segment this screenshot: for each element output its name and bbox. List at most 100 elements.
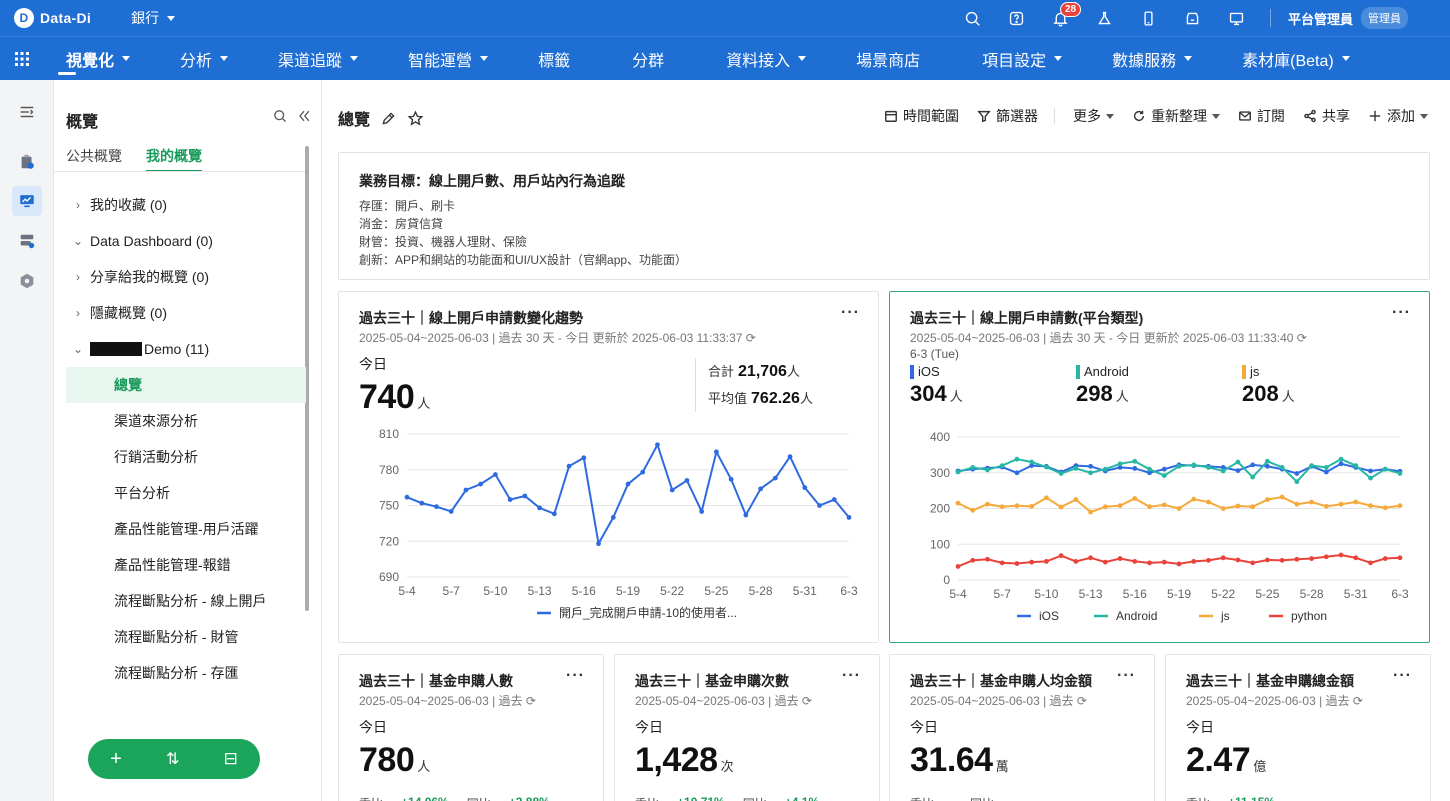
more-options-icon[interactable]: ··· bbox=[566, 667, 585, 685]
add-overview-button[interactable]: + bbox=[110, 748, 122, 771]
sidebar-item[interactable]: 平台分析 bbox=[66, 475, 306, 511]
pencil-icon[interactable] bbox=[380, 110, 397, 127]
filter-icon bbox=[977, 110, 991, 123]
group-count: (0) bbox=[191, 269, 210, 285]
refresh-icon[interactable]: ⟳ bbox=[802, 694, 812, 708]
refresh-icon[interactable]: ⟳ bbox=[1353, 694, 1363, 708]
search-icon[interactable] bbox=[950, 0, 994, 36]
share-button[interactable]: 共享 bbox=[1303, 106, 1350, 126]
time-range-button[interactable]: 時間範圍 bbox=[884, 106, 959, 126]
sidebar-item[interactable]: 產品性能管理-用戶活躍 bbox=[66, 511, 306, 547]
store-icon[interactable] bbox=[1170, 0, 1214, 36]
comparison-row: 季比... 同比... bbox=[910, 795, 1012, 801]
more-options-icon[interactable]: ··· bbox=[842, 667, 861, 685]
user-menu[interactable]: 平台管理員 管理員 bbox=[1288, 0, 1409, 36]
sidebar-item[interactable]: 行銷活動分析 bbox=[66, 439, 306, 475]
collapse-icon[interactable] bbox=[296, 108, 312, 124]
rail-data[interactable] bbox=[0, 221, 54, 261]
tab-public-overview[interactable]: 公共概覽 bbox=[66, 146, 122, 172]
metric-card[interactable]: 過去三十｜基金申購次數 ··· 2025-05-04~2025-06-03 | 過去… bbox=[614, 654, 880, 801]
tree-group-demo[interactable]: ⌄ Demo (11) bbox=[66, 331, 306, 367]
tree-group-favorites[interactable]: › 我的收藏 (0) bbox=[66, 187, 306, 223]
add-widget-button[interactable]: 添加 bbox=[1368, 106, 1428, 126]
series-color-swatch bbox=[910, 364, 914, 379]
x-tick-label: 5-7 bbox=[994, 587, 1012, 601]
sidebar-item[interactable]: 渠道來源分析 bbox=[66, 403, 306, 439]
y-tick-label: 100 bbox=[930, 537, 950, 551]
sidebar-item[interactable]: 流程斷點分析 - 存匯 bbox=[66, 655, 306, 691]
nav-item-8[interactable]: 項目設定 bbox=[952, 37, 1082, 81]
mobile-icon[interactable] bbox=[1126, 0, 1170, 36]
more-options-icon[interactable]: ··· bbox=[1393, 667, 1412, 685]
metric-card[interactable]: 過去三十｜基金申購人均金額 ··· 2025-05-04~2025-06-03 | … bbox=[889, 654, 1155, 801]
nav-item-6[interactable]: 資料接入 bbox=[696, 37, 826, 81]
metric-card[interactable]: 過去三十｜基金申購總金額 ··· 2025-05-04~2025-06-03 | 過… bbox=[1165, 654, 1431, 801]
tree-group-data-dashboard[interactable]: ⌄ Data Dashboard (0) bbox=[66, 223, 306, 259]
data-point bbox=[1132, 458, 1138, 464]
metric-card[interactable]: 過去三十｜基金申購人數 ··· 2025-05-04~2025-06-03 | 過去… bbox=[338, 654, 604, 801]
star-icon[interactable] bbox=[407, 109, 424, 127]
data-point bbox=[1309, 556, 1314, 561]
rail-dashboard[interactable] bbox=[0, 181, 54, 221]
yoy-value: +2.88% bbox=[509, 795, 550, 801]
logo[interactable]: D Data-Di bbox=[14, 8, 91, 28]
tab-my-overview[interactable]: 我的概覽 bbox=[146, 146, 202, 172]
filter-button[interactable]: 篩選器 bbox=[977, 106, 1038, 126]
platform-number: 298 bbox=[1076, 381, 1113, 406]
manage-button[interactable]: ⊟ bbox=[224, 749, 238, 769]
trend-card[interactable]: 過去三十｜線上開戶申請數變化趨勢 ··· 2025-05-04~2025-06-… bbox=[338, 291, 879, 643]
sidebar-item[interactable]: 總覽 bbox=[66, 367, 306, 403]
rail-reports[interactable] bbox=[0, 142, 54, 182]
refresh-icon[interactable]: ⟳ bbox=[526, 694, 536, 708]
rail-expand[interactable] bbox=[0, 92, 54, 132]
platform-line-chart[interactable]: 0 100 200 300 400 5-4 5-7 5-10 5-13 5-16 5-19 5-22 5… bbox=[900, 422, 1420, 632]
subscribe-button[interactable]: 訂閱 bbox=[1238, 106, 1285, 126]
more-button[interactable]: 更多 bbox=[1073, 106, 1114, 126]
nav-item-0[interactable]: 視覺化 bbox=[44, 37, 150, 81]
hexagon-icon bbox=[20, 273, 34, 289]
x-tick-label: 5-25 bbox=[1255, 587, 1279, 601]
sidebar-item[interactable]: 流程斷點分析 - 線上開戶 bbox=[66, 583, 306, 619]
nav-item-10[interactable]: 素材庫(Beta) bbox=[1212, 37, 1370, 81]
refresh-button[interactable]: 重新整理 bbox=[1132, 106, 1220, 126]
flask-icon[interactable] bbox=[1082, 0, 1126, 36]
nav-item-5[interactable]: 分群 bbox=[602, 37, 696, 81]
nav-item-label: 智能運營 bbox=[408, 52, 473, 70]
logo-mark: D bbox=[14, 8, 34, 28]
bell-icon[interactable]: 28 bbox=[1038, 0, 1082, 36]
refresh-icon[interactable]: ⟳ bbox=[746, 331, 756, 345]
data-point bbox=[419, 500, 425, 506]
tree-group-shared[interactable]: › 分享給我的概覽 (0) bbox=[66, 259, 306, 295]
nav-item-4[interactable]: 標籤 bbox=[508, 37, 602, 81]
rail-settings[interactable] bbox=[0, 261, 54, 301]
nav-item-9[interactable]: 數據服務 bbox=[1082, 37, 1212, 81]
nav-item-1[interactable]: 分析 bbox=[150, 37, 248, 81]
legend-label: 開戶_完成開戶申請-10的使用者... bbox=[559, 605, 737, 620]
platform-card[interactable]: 過去三十｜線上開戶申請數(平台類型) ··· 2025-05-04~2025-0… bbox=[889, 291, 1430, 643]
sidebar-item[interactable]: 流程斷點分析 - 財管 bbox=[66, 619, 306, 655]
sidebar-title: 概覽 bbox=[66, 114, 99, 131]
data-point bbox=[714, 449, 719, 455]
tree-group-hidden[interactable]: › 隱藏概覽 (0) bbox=[66, 295, 306, 331]
help-icon[interactable] bbox=[994, 0, 1038, 36]
dashboard-toolbar: 時間範圍 篩選器 更多 重新整理 訂閱 共享 添加 bbox=[866, 106, 1428, 126]
nav-item-3[interactable]: 智能運營 bbox=[378, 37, 508, 81]
refresh-icon[interactable]: ⟳ bbox=[1077, 694, 1087, 708]
refresh-icon[interactable]: ⟳ bbox=[1297, 331, 1307, 345]
group-label: 分享給我的概覽 bbox=[90, 269, 188, 285]
today-label: 今日 bbox=[359, 719, 387, 735]
apps-grid-icon[interactable] bbox=[0, 51, 44, 66]
sort-button[interactable]: ⇅ bbox=[166, 749, 179, 769]
data-point bbox=[1161, 502, 1167, 508]
nav-item-7[interactable]: 場景商店 bbox=[826, 37, 952, 81]
trend-line-chart[interactable]: 690 720 750 780 810 5-4 5-7 5-10 5-13 5-16 5-19 5-2… bbox=[349, 422, 869, 632]
project-selector[interactable]: 銀行 bbox=[131, 8, 176, 28]
monitor-icon[interactable] bbox=[1214, 0, 1258, 36]
search-icon[interactable] bbox=[272, 108, 288, 124]
more-options-icon[interactable]: ··· bbox=[841, 304, 860, 322]
sidebar-item[interactable]: 產品性能管理-報錯 bbox=[66, 547, 306, 583]
data-point bbox=[1220, 555, 1226, 561]
more-options-icon[interactable]: ··· bbox=[1392, 304, 1411, 322]
more-options-icon[interactable]: ··· bbox=[1117, 667, 1136, 685]
nav-item-2[interactable]: 渠道追蹤 bbox=[248, 37, 378, 81]
